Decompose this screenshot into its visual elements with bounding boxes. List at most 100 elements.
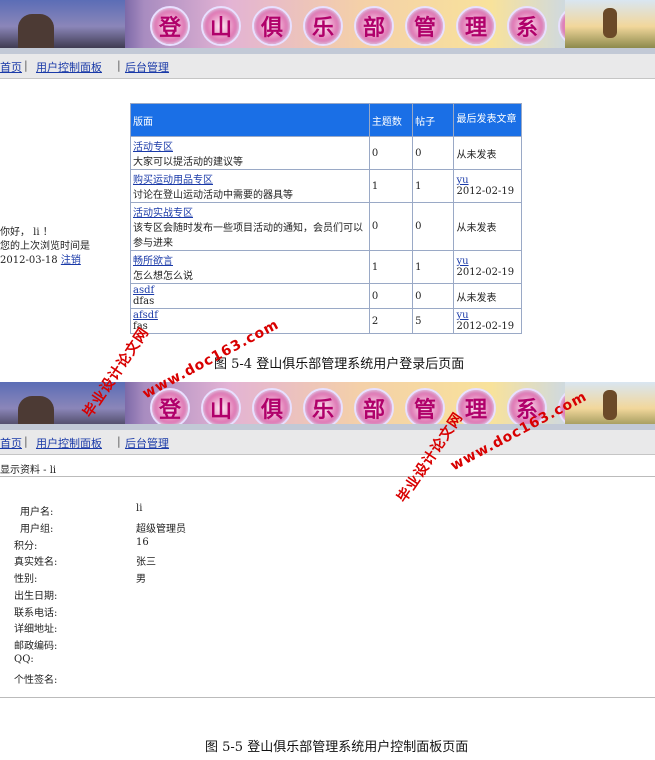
banner-title-char: 山 <box>201 388 241 428</box>
logout-link[interactable]: 注销 <box>61 255 81 266</box>
profile-value: 超级管理员 <box>136 524 186 535</box>
divider <box>0 476 655 477</box>
board-table-wrapper: 版面 主题数 帖子 最后发表文章 活动专区 大家可以提活动的建议等 0 0 从未发表 购买… <box>129 103 525 339</box>
board-cell: 活动专区大家可以提活动的建议等 <box>130 136 370 170</box>
board-name-link[interactable]: 活动专区 <box>133 142 173 153</box>
profile-value: li <box>136 503 143 514</box>
board-cell: asdf dfas <box>130 283 370 309</box>
profile-value: 男 <box>136 574 146 585</box>
col-header-posts: 帖子 <box>412 103 455 137</box>
board-row: 活动专区 大家可以提活动的建议等 0 0 从未发表 <box>130 136 522 170</box>
nav-home-link[interactable]: 首页 <box>0 435 22 451</box>
post-count: 5 <box>412 308 455 334</box>
banner-title-char: 乐 <box>303 388 343 428</box>
profile-label: 详细地址: <box>14 624 58 635</box>
last-post-cell: 从未发表 <box>453 202 522 251</box>
post-count: 0 <box>412 283 455 309</box>
profile-label: 性别: <box>14 574 38 585</box>
board-desc: dfas <box>133 296 155 307</box>
last-post-none: 从未发表 <box>456 292 497 304</box>
divider <box>0 697 655 698</box>
last-poster-link[interactable]: yu <box>456 310 468 321</box>
last-post-cell: yu 2012-02-19 <box>453 169 522 203</box>
nav-panel-link[interactable]: 用户控制面板 <box>36 59 102 75</box>
col-header-topics: 主题数 <box>368 103 414 137</box>
board-desc: 该专区会随时发布一些项目活动的通知，会员们可以参与进来 <box>133 223 363 249</box>
banner-title-char: 部 <box>354 6 394 46</box>
figure-caption-1: 图 5-4 登山俱乐部管理系统用户登录后页面 <box>214 357 465 372</box>
last-poster-link[interactable]: yu <box>456 256 468 267</box>
banner-top: 登山俱乐部管理系统 <box>0 0 655 48</box>
profile-value: 张三 <box>136 557 156 568</box>
board-desc: 讨论在登山运动活动中需要的器具等 <box>133 190 293 201</box>
welcome-last-visit: 您的上次浏览时间是 <box>0 241 90 252</box>
banner-photo-left <box>0 0 125 48</box>
profile-label: 用户名: <box>20 507 54 518</box>
last-poster-link[interactable]: yu <box>456 175 468 186</box>
board-name-link[interactable]: 活动实战专区 <box>133 208 193 219</box>
col-header-board: 版面 <box>130 103 370 137</box>
last-post-cell: yu 2012-02-19 <box>453 250 522 284</box>
last-post-date: 2012-02-19 <box>456 321 515 332</box>
post-count: 0 <box>412 202 455 251</box>
nav-bar-top: 首页 | 用户控制面板 | 后台管理 <box>0 48 655 79</box>
banner-title-char: 理 <box>456 6 496 46</box>
nav-separator: | <box>24 435 28 448</box>
profile-heading: 显示资料 - li <box>0 465 57 476</box>
last-post-none: 从未发表 <box>456 149 497 161</box>
last-post-date: 2012-02-19 <box>456 267 515 278</box>
profile-label: 用户组: <box>20 524 54 535</box>
post-count: 1 <box>412 250 455 284</box>
welcome-date: 2012-03-18 <box>0 255 58 266</box>
banner-title-char: 管 <box>405 388 445 428</box>
post-count: 1 <box>412 169 455 203</box>
profile-label: 个性签名: <box>14 675 58 686</box>
nav-admin-link[interactable]: 后台管理 <box>125 435 169 451</box>
profile-value: 16 <box>136 537 149 548</box>
board-table: 版面 主题数 帖子 最后发表文章 活动专区 大家可以提活动的建议等 0 0 从未发表 购买… <box>130 103 522 334</box>
topic-count: 0 <box>368 202 414 251</box>
banner-title-char: 山 <box>201 6 241 46</box>
board-row: asdf dfas 0 0 从未发表 <box>130 283 522 309</box>
welcome-greeting: 你好， li ！ <box>0 227 53 238</box>
banner-title-char: 俱 <box>252 388 292 428</box>
nav-separator: | <box>117 435 121 448</box>
nav-admin-link[interactable]: 后台管理 <box>125 59 169 75</box>
nav-bar-bottom: 首页 | 用户控制面板 | 后台管理 <box>0 424 655 455</box>
board-desc: 大家可以提活动的建议等 <box>133 157 243 168</box>
board-cell: 活动实战专区该专区会随时发布一些项目活动的通知，会员们可以参与进来 <box>130 202 370 251</box>
last-post-date: 2012-02-19 <box>456 186 515 197</box>
board-cell: 畅所欲言怎么想怎么说 <box>130 250 370 284</box>
last-post-cell: 从未发表 <box>453 136 522 170</box>
nav-home-link[interactable]: 首页 <box>0 59 22 75</box>
board-name-link[interactable]: 畅所欲言 <box>133 256 173 267</box>
banner-title-char: 俱 <box>252 6 292 46</box>
banner-title-char: 乐 <box>303 6 343 46</box>
board-name-link[interactable]: afsdf <box>133 310 158 321</box>
profile-label: 出生日期: <box>14 591 58 602</box>
profile-label: QQ: <box>14 654 34 665</box>
board-name-link[interactable]: asdf <box>133 285 154 296</box>
board-name-link[interactable]: 购买运动用品专区 <box>133 175 213 186</box>
banner-title-char: 部 <box>354 388 394 428</box>
profile-label: 真实姓名: <box>14 557 58 568</box>
banner-title-char: 登 <box>150 6 190 46</box>
topic-count: 0 <box>368 283 414 309</box>
last-post-cell: yu 2012-02-19 <box>453 308 522 334</box>
board-desc: 怎么想怎么说 <box>133 271 193 282</box>
board-cell: 购买运动用品专区讨论在登山运动活动中需要的器具等 <box>130 169 370 203</box>
board-row: 购买运动用品专区 讨论在登山运动活动中需要的器具等 1 1 yu 2012-02-19 <box>130 169 522 203</box>
board-row: afsdf fas 2 5 yu 2012-02-19 <box>130 308 522 334</box>
banner-title: 登山俱乐部管理系统 <box>150 6 598 46</box>
topic-count: 1 <box>368 169 414 203</box>
welcome-box: 你好， li ！ 您的上次浏览时间是 2012-03-18 注销 <box>0 226 90 268</box>
nav-panel-link[interactable]: 用户控制面板 <box>36 435 102 451</box>
banner-photo-right <box>565 0 655 48</box>
banner-title-char: 管 <box>405 6 445 46</box>
nav-separator: | <box>117 59 121 72</box>
post-count: 0 <box>412 136 455 170</box>
profile-label: 积分: <box>14 541 38 552</box>
topic-count: 1 <box>368 250 414 284</box>
col-header-last: 最后发表文章 <box>453 103 522 137</box>
profile-label: 邮政编码: <box>14 641 58 652</box>
